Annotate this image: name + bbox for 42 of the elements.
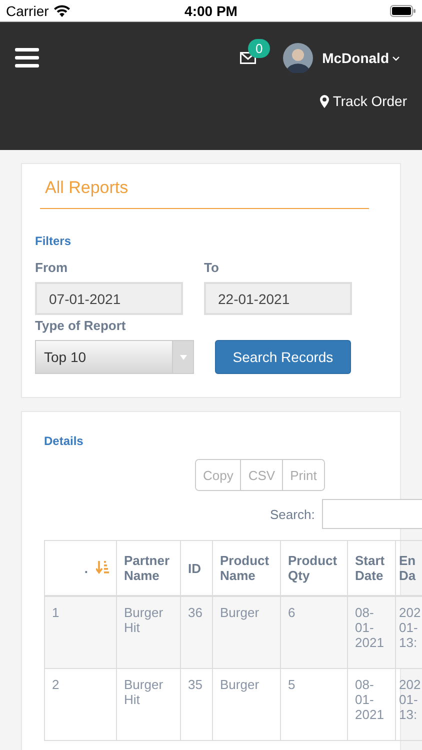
- table-cell-text: 1: [52, 605, 60, 620]
- clock-time: 4:00 PM: [184, 2, 238, 18]
- table-cell-text: Burger: [220, 677, 260, 692]
- section-label: Filters: [35, 234, 72, 248]
- from-date-field[interactable]: 07-01-2021: [35, 282, 183, 315]
- caret-icon: [180, 354, 186, 360]
- table-cell-text: Burger: [220, 605, 260, 620]
- track-order-link[interactable]: Track Order: [320, 93, 407, 109]
- column-header[interactable]: .: [84, 560, 88, 576]
- table-cell-text: Burger Hit: [124, 605, 164, 635]
- export-button[interactable]: Print: [282, 460, 324, 490]
- notification-badge: 0: [248, 39, 270, 58]
- avatar-icon[interactable]: [283, 43, 314, 73]
- table-cell-text: 6: [288, 605, 296, 620]
- menu-icon[interactable]: [15, 48, 39, 68]
- table-cell-text: 35: [188, 677, 204, 692]
- section-label: Details: [44, 434, 84, 448]
- pin-icon: [320, 94, 329, 108]
- table-cell-text: 08-01-2021: [355, 677, 385, 722]
- table-cell-text: 5: [288, 677, 296, 692]
- wifi-icon: [54, 4, 70, 16]
- table-cell: 202 01- 13:: [399, 677, 422, 722]
- table-cell: 202 01- 13:: [399, 605, 422, 650]
- table-cell-text: 2: [52, 677, 60, 692]
- card-title: All Reports: [40, 178, 369, 209]
- carrier-name: Carrier: [6, 2, 49, 18]
- field-label: To: [204, 260, 220, 275]
- table-cell-text: 36: [188, 605, 204, 620]
- field-label: From: [35, 260, 68, 275]
- caret-icon: [392, 56, 400, 60]
- to-date-field[interactable]: 22-01-2021: [204, 282, 352, 315]
- search-field[interactable]: [322, 499, 422, 529]
- column-header[interactable]: ID: [188, 560, 205, 576]
- report-type-dropdown[interactable]: Top 10: [35, 340, 194, 374]
- search-records-button[interactable]: Search Records: [215, 340, 351, 374]
- battery-icon: [390, 4, 416, 16]
- search-label: Search:: [270, 506, 315, 522]
- user-menu[interactable]: McDonald: [322, 50, 400, 66]
- table-cell-text: Burger Hit: [124, 677, 164, 707]
- mail-icon[interactable]: [240, 52, 256, 64]
- table-cell-text: 08-01-2021: [355, 605, 385, 650]
- field-label: Type of Report: [35, 318, 127, 333]
